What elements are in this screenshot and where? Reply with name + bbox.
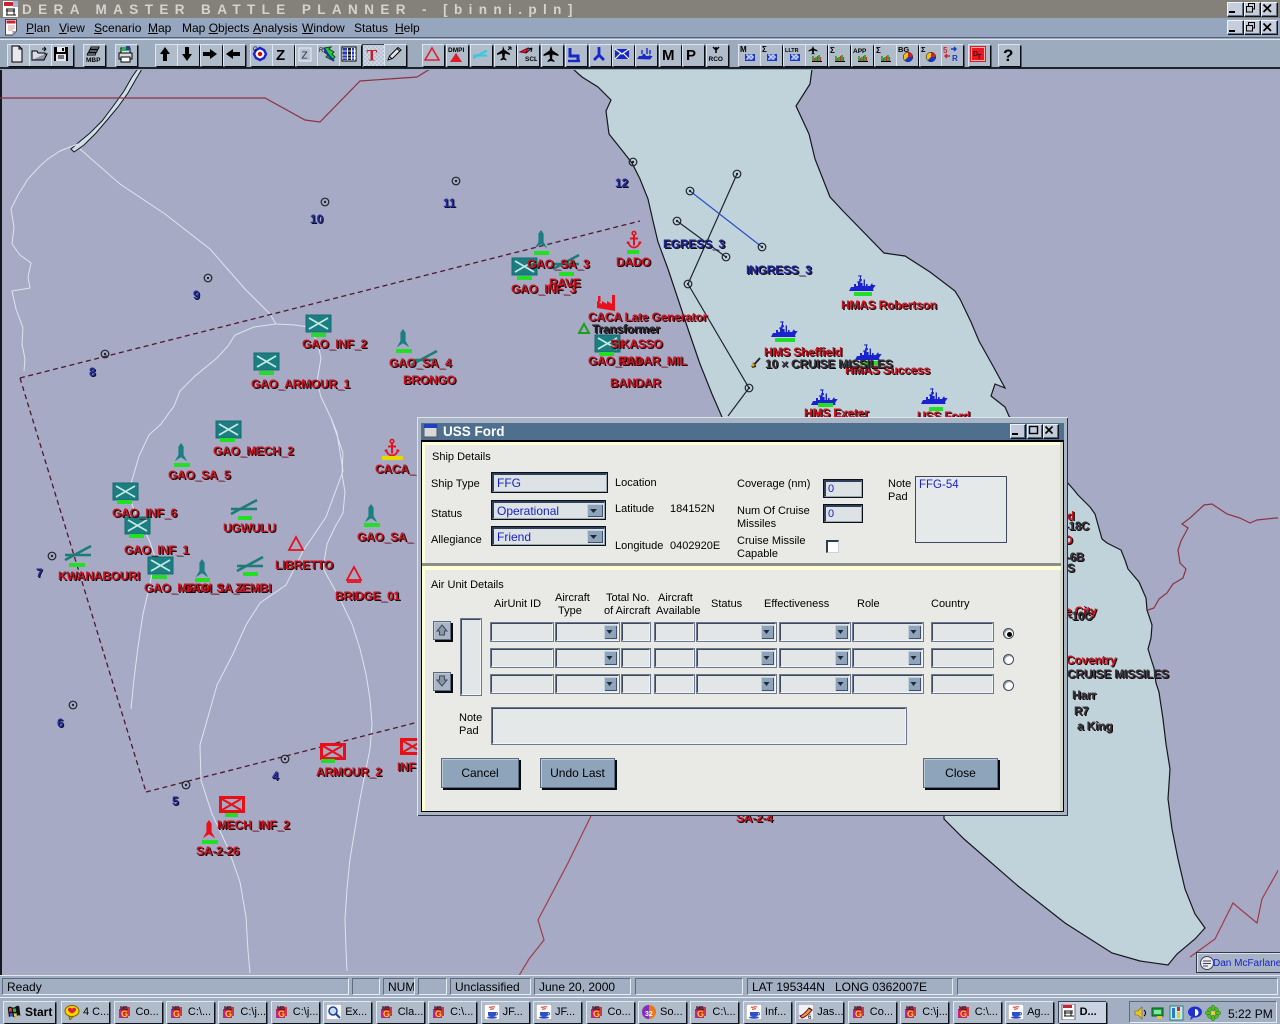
svg-text:5: 5 <box>943 46 948 55</box>
svg-text:GAO_SA_4: GAO_SA_4 <box>389 356 452 370</box>
svg-text:GAO_SA_: GAO_SA_ <box>357 530 413 544</box>
svg-text:MB: MB <box>696 1006 704 1012</box>
svg-text:KWANABOURI: KWANABOURI <box>58 569 140 583</box>
svg-text:5: 5 <box>172 794 179 808</box>
svg-text:SCL: SCL <box>525 56 537 63</box>
svg-text:LLTR: LLTR <box>785 48 799 54</box>
svg-text:-10C: -10C <box>1068 611 1092 623</box>
svg-text:MB: MB <box>434 1006 442 1012</box>
svg-text:Z: Z <box>276 47 285 64</box>
svg-text:DADO: DADO <box>616 255 651 269</box>
svg-text:SIKASSO: SIKASSO <box>610 337 663 351</box>
svg-text:GAO_MECH_2: GAO_MECH_2 <box>213 444 294 458</box>
svg-text:11: 11 <box>443 196 456 210</box>
svg-text:32: 32 <box>645 1011 653 1018</box>
svg-text:RADAR_MIL: RADAR_MIL <box>618 354 687 368</box>
svg-text:MB: MB <box>382 1006 390 1012</box>
svg-text:MB: MB <box>277 1006 285 1012</box>
svg-text:12: 12 <box>615 176 629 190</box>
svg-text:MBP: MBP <box>86 57 101 64</box>
svg-text:GAO_SA_3: GAO_SA_3 <box>527 257 590 271</box>
svg-text:MB: MB <box>959 1006 967 1012</box>
svg-text:Harr: Harr <box>1072 688 1096 702</box>
svg-text:Σ: Σ <box>876 46 881 55</box>
svg-text:BRIDGE_01: BRIDGE_01 <box>335 589 400 603</box>
svg-text:ARMOUR_2: ARMOUR_2 <box>316 765 382 779</box>
svg-text:MB: MB <box>120 1006 128 1012</box>
svg-text:GAO_INF_6: GAO_INF_6 <box>112 506 177 520</box>
svg-text:R: R <box>952 54 958 63</box>
svg-text:GAO_ARMOUR_1: GAO_ARMOUR_1 <box>251 377 350 391</box>
svg-text:MB: MB <box>224 1006 232 1012</box>
svg-text:7: 7 <box>36 566 43 580</box>
svg-text:Coventry: Coventry <box>1066 653 1117 667</box>
svg-text:ZEMBI: ZEMBI <box>235 581 271 595</box>
svg-text:GAO_INF_2: GAO_INF_2 <box>302 337 367 351</box>
svg-text:MECH_INF_2: MECH_INF_2 <box>217 818 290 832</box>
svg-text:MB: MB <box>854 1006 862 1012</box>
svg-text:Transformer: Transformer <box>592 322 660 336</box>
svg-text:C: C <box>253 47 258 53</box>
svg-text:9: 9 <box>193 288 200 302</box>
svg-text:GAO_INF_1: GAO_INF_1 <box>124 543 189 557</box>
svg-text:T: T <box>977 54 982 61</box>
svg-text:8: 8 <box>89 365 96 379</box>
svg-text:?: ? <box>1003 46 1013 64</box>
svg-text:M: M <box>662 47 675 64</box>
svg-text:-18C: -18C <box>1065 521 1089 533</box>
svg-text:M: M <box>740 45 747 54</box>
svg-text:HMAS Robertson: HMAS Robertson <box>841 298 937 312</box>
svg-text:MB: MB <box>592 1006 600 1012</box>
svg-text:RCO: RCO <box>709 56 723 63</box>
svg-text:GAO_INF_3: GAO_INF_3 <box>511 282 576 296</box>
svg-text:S: S <box>1067 563 1075 575</box>
svg-text:6: 6 <box>57 716 64 730</box>
svg-text:MB: MB <box>172 1006 180 1012</box>
svg-text:APP: APP <box>853 48 867 55</box>
svg-text:CACA_: CACA_ <box>375 462 416 476</box>
svg-text:EGRESS_3: EGRESS_3 <box>663 237 725 251</box>
svg-text:GAO_SA_5: GAO_SA_5 <box>168 468 231 482</box>
svg-text:Σ: Σ <box>921 45 926 54</box>
svg-text:R: R <box>319 48 324 54</box>
svg-text:Σ: Σ <box>762 45 767 54</box>
svg-text:LIBRETTO: LIBRETTO <box>275 558 333 572</box>
svg-text:Σ: Σ <box>830 46 835 55</box>
svg-text:Z: Z <box>302 51 308 62</box>
svg-text:BRONGO: BRONGO <box>403 373 456 387</box>
svg-text:DMPI: DMPI <box>448 47 464 54</box>
svg-text:4: 4 <box>272 769 279 783</box>
svg-text:SA-2-26: SA-2-26 <box>196 844 240 858</box>
svg-text:INF: INF <box>397 760 416 774</box>
svg-text:CRUISE MISSILES: CRUISE MISSILES <box>1067 667 1169 681</box>
svg-text:MB: MB <box>906 1006 914 1012</box>
svg-text:10 × CRUISE MISSILES: 10 × CRUISE MISSILES <box>765 357 893 371</box>
svg-text:10: 10 <box>310 212 324 226</box>
svg-text:R7: R7 <box>1074 706 1088 718</box>
svg-text:BANDAR: BANDAR <box>610 376 661 390</box>
svg-text:P: P <box>686 47 696 64</box>
svg-text:T: T <box>367 48 378 65</box>
svg-text:INGRESS_3: INGRESS_3 <box>746 263 812 277</box>
svg-text:a King: a King <box>1077 719 1112 733</box>
svg-text:UGWULU: UGWULU <box>223 521 276 535</box>
